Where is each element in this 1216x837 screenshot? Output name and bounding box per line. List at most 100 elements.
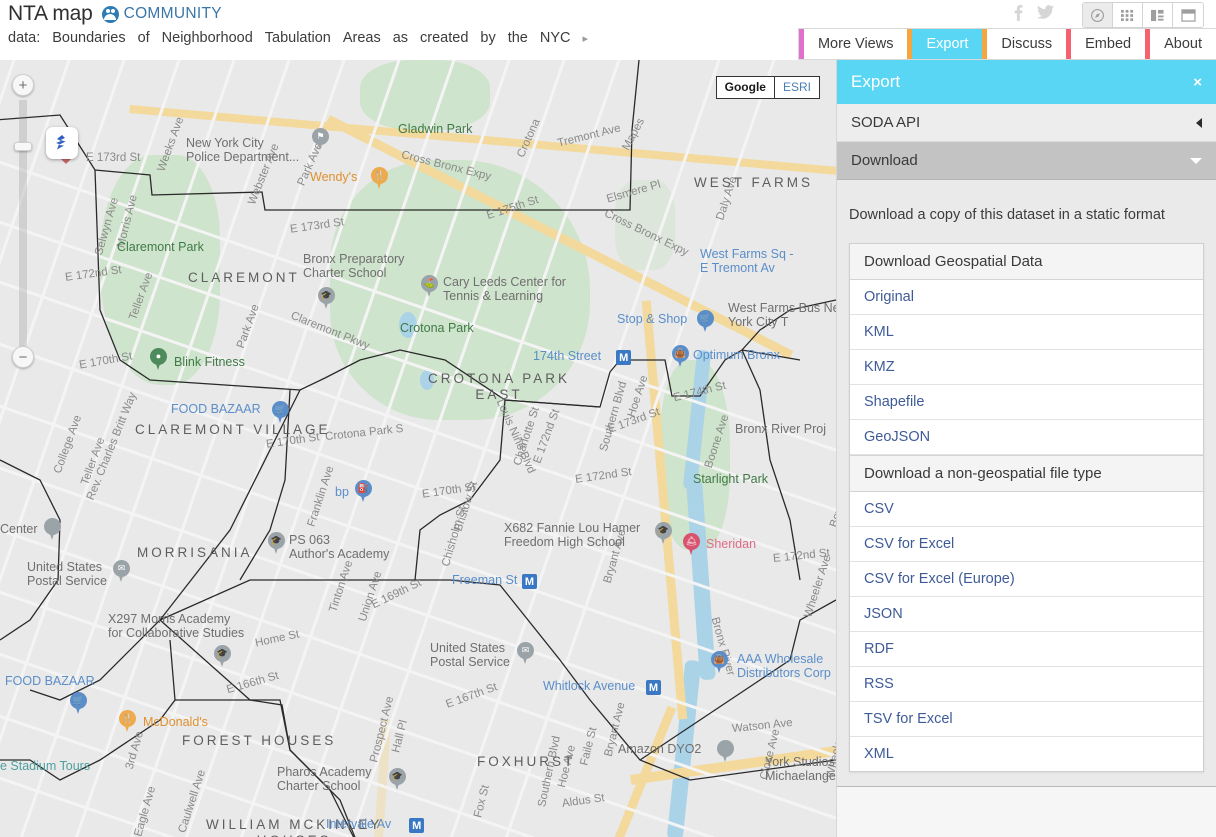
map-poi-pin-icon[interactable]: ● [150, 348, 167, 371]
map-poi-pin-icon[interactable]: 🛎 [683, 533, 700, 556]
subtitle-word: Neighborhood [162, 30, 253, 46]
map-poi-pin-icon[interactable]: 🎓 [214, 645, 231, 668]
map-poi-label: York StudiosMichaelange [765, 755, 836, 784]
map-poi-label: PS 063Author's Academy [289, 533, 389, 562]
map-poi-pin-icon[interactable]: 🍴 [371, 167, 388, 190]
tab-export[interactable]: Export [912, 29, 982, 59]
download-link-kml[interactable]: KML [850, 315, 1203, 350]
map-poi-pin-icon[interactable] [44, 518, 61, 541]
export-panel: Export × SODA API Download Download a co… [836, 60, 1216, 837]
download-link-csv-excel-europe[interactable]: CSV for Excel (Europe) [850, 562, 1203, 597]
map-neighborhood-label: FOREST HOUSES [182, 733, 336, 749]
map-view-button[interactable] [1083, 3, 1113, 27]
map-poi-label: Bronx PreparatoryCharter School [303, 252, 404, 281]
close-icon[interactable]: × [1193, 74, 1202, 91]
map-poi-pin-icon[interactable]: 🛒 [697, 310, 714, 333]
export-panel-header: Export × [837, 60, 1216, 104]
download-link-rdf[interactable]: RDF [850, 632, 1203, 667]
download-link-json[interactable]: JSON [850, 597, 1203, 632]
social-links [1014, 4, 1054, 21]
download-link-csv-excel[interactable]: CSV for Excel [850, 527, 1203, 562]
map-poi-label: X682 Fannie Lou HamerFreedom High School [504, 521, 640, 550]
view-tabs: More Views Export Discuss Embed About [798, 28, 1216, 60]
map-poi-pin-icon[interactable]: ✉ [113, 560, 130, 583]
tab-more-views[interactable]: More Views [804, 29, 907, 59]
zoom-in-button[interactable]: + [12, 74, 34, 96]
accordion-download-label: Download [851, 152, 918, 169]
esri-basemap-button[interactable]: ESRI [775, 77, 819, 98]
map-poi-label: West Farms Sq -E Tremont Av [700, 247, 794, 276]
map-neighborhood-label: CLAREMONT VILLAGE [135, 422, 331, 438]
download-link-original[interactable]: Original [850, 280, 1203, 315]
map-poi-label: FOOD BAZAAR [5, 674, 95, 688]
map-poi-pin-icon[interactable]: 👜 [672, 345, 689, 368]
download-link-tsv-excel[interactable]: TSV for Excel [850, 702, 1203, 737]
expand-description-caret-icon[interactable]: ▸ [582, 32, 588, 45]
grid-icon [1120, 9, 1135, 22]
map-park-label: Gladwin Park [398, 122, 472, 136]
community-badge-group: COMMUNITY [102, 5, 222, 23]
download-link-xml[interactable]: XML [850, 737, 1203, 771]
map-poi-pin-icon[interactable]: ⛳ [421, 275, 438, 298]
google-basemap-button[interactable]: Google [717, 77, 775, 98]
map-neighborhood-label: WEST FARMS [694, 175, 813, 191]
map-poi-label: X297 Morris Academyfor Collaborative Stu… [108, 612, 244, 641]
download-link-rss[interactable]: RSS [850, 667, 1203, 702]
twitter-icon[interactable] [1037, 5, 1054, 20]
subtitle-word: Tabulation [265, 30, 331, 46]
page-view-button[interactable] [1173, 3, 1203, 27]
map-poi-label: Amazon DYO2 [618, 742, 701, 756]
community-people-icon [102, 6, 119, 23]
facebook-icon[interactable] [1014, 4, 1023, 21]
grid-view-button[interactable] [1113, 3, 1143, 27]
zoom-slider-thumb[interactable] [14, 142, 32, 151]
zoom-out-button[interactable]: − [12, 346, 34, 368]
map-poi-pin-icon[interactable] [717, 740, 734, 763]
basemap-attribution[interactable]: Google ESRI [716, 76, 820, 99]
download-link-csv[interactable]: CSV [850, 492, 1203, 527]
map-poi-label: bp [335, 485, 349, 499]
map-view[interactable]: E 173rd StWeeks AveWebster AvePark AveE … [0, 60, 836, 837]
accordion-download[interactable]: Download [837, 142, 1216, 180]
zoom-slider-track[interactable] [19, 100, 27, 348]
map-poi-pin-icon[interactable]: 🛒 [272, 401, 289, 424]
map-poi-label: Wendy's [310, 170, 357, 184]
map-poi-pin-icon[interactable]: 👜 [711, 651, 728, 674]
marker-card[interactable] [46, 127, 78, 159]
map-poi-label: West Farms Bus NewYork City T [728, 301, 836, 330]
map-poi-pin-icon[interactable]: ✉ [517, 642, 534, 665]
download-link-shapefile[interactable]: Shapefile [850, 385, 1203, 420]
download-link-geojson[interactable]: GeoJSON [850, 420, 1203, 455]
subway-station-icon[interactable]: M [616, 350, 631, 365]
map-poi-pin-icon[interactable]: 🎓 [389, 768, 406, 791]
map-poi-pin-icon[interactable]: 🎓 [318, 287, 335, 310]
map-poi-pin-icon[interactable]: 🍴 [119, 710, 136, 733]
map-poi-pin-icon[interactable]: 🎓 [268, 532, 285, 555]
tab-embed[interactable]: Embed [1071, 29, 1145, 59]
map-poi-pin-icon[interactable]: 🛒 [70, 692, 87, 715]
map-poi-label: Whitlock Avenue [543, 679, 635, 693]
map-poi-label: FOOD BAZAAR [171, 402, 261, 416]
subtitle-word: NYC [540, 30, 571, 46]
map-poi-pin-icon[interactable]: ⛽ [355, 480, 372, 503]
tab-about[interactable]: About [1150, 29, 1216, 59]
map-poi-label: Center [0, 522, 38, 536]
subway-station-icon[interactable]: M [409, 818, 424, 833]
tab-discuss[interactable]: Discuss [987, 29, 1066, 59]
location-pin-marker[interactable] [46, 127, 82, 171]
map-poi-pin-icon[interactable]: 🎓 [655, 522, 672, 545]
map-poi-label: 174th Street [533, 349, 601, 363]
subway-station-icon[interactable]: M [522, 574, 537, 589]
download-format-table: Download Geospatial Data Original KML KM… [849, 243, 1204, 772]
subtitle-word: data: [8, 30, 40, 46]
compass-icon [1090, 8, 1105, 23]
map-poi-pin-icon[interactable]: ⚑ [312, 128, 329, 151]
accordion-soda-api[interactable]: SODA API [837, 104, 1216, 142]
subtitle-word: by [480, 30, 495, 46]
subway-station-icon[interactable]: M [646, 680, 661, 695]
rich-list-view-button[interactable] [1143, 3, 1173, 27]
panel-icon [1181, 9, 1196, 22]
map-poi-label: Optimum Bronx [693, 348, 780, 362]
map-canvas[interactable]: E 173rd StWeeks AveWebster AvePark AveE … [0, 60, 836, 837]
download-link-kmz[interactable]: KMZ [850, 350, 1203, 385]
